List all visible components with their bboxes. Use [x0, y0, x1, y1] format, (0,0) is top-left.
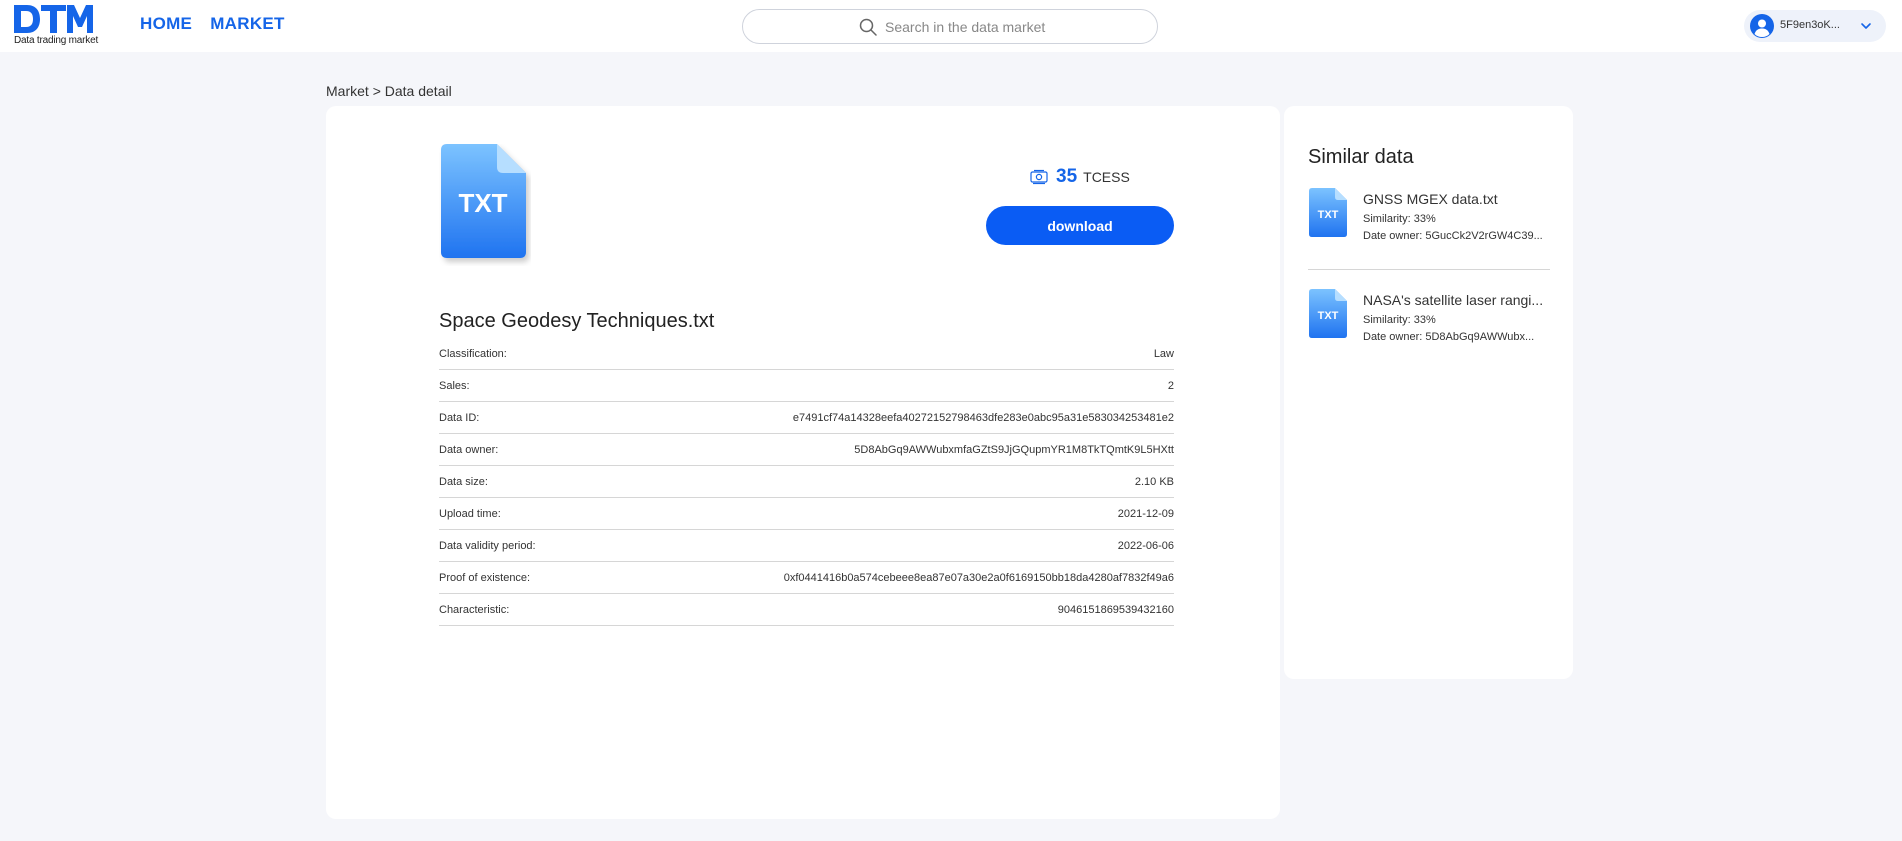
price-tag: 35 TCESS [1030, 166, 1130, 188]
file-type-label: TXT [458, 188, 507, 218]
detail-label: Sales: [439, 379, 470, 392]
similar-item[interactable]: TXT GNSS MGEX data.txt Similarity: 33% D… [1308, 188, 1550, 260]
nav-home[interactable]: HOME [140, 14, 192, 34]
detail-value: 9046151869539432160 [1057, 603, 1174, 616]
detail-label: Data size: [439, 475, 488, 488]
similar-item-owner: Date owner: 5GucCk2V2rGW4C39... [1363, 230, 1543, 242]
breadcrumb-separator: > [372, 83, 381, 99]
breadcrumb-current: Data detail [384, 83, 452, 99]
similar-item-name: NASA's satellite laser rangi... [1363, 292, 1544, 308]
similar-item-similarity: Similarity: 33% [1363, 314, 1436, 326]
detail-label: Upload time: [439, 507, 501, 520]
file-type-label: TXT [1318, 310, 1339, 322]
main-nav: HOME MARKET [140, 14, 285, 34]
top-header: Data trading market HOME MARKET 5F9en3oK… [0, 0, 1902, 52]
breadcrumb: Market > Data detail [326, 83, 452, 99]
similar-item-similarity: Similarity: 33% [1363, 213, 1436, 225]
detail-value: 2 [1167, 379, 1174, 392]
similar-divider [1308, 269, 1550, 270]
logo-subtitle: Data trading market [14, 35, 99, 46]
user-avatar-icon [1750, 14, 1774, 38]
similar-item[interactable]: TXT NASA's satellite laser rangi... Simi… [1308, 289, 1550, 361]
similar-data-panel: Similar data TXT GNSS MGEX data.txt Simi… [1284, 106, 1573, 679]
user-menu[interactable]: 5F9en3oK... [1744, 10, 1886, 42]
detail-row-sales: Sales: 2 [439, 370, 1174, 402]
detail-row-data-owner: Data owner: 5D8AbGq9AWWubxmfaGZtS9JjGQup… [439, 434, 1174, 466]
coin-icon [1030, 169, 1048, 185]
detail-value: 2021-12-09 [1117, 507, 1174, 520]
detail-label: Characteristic: [439, 603, 510, 616]
detail-row-data-size: Data size: 2.10 KB [439, 466, 1174, 498]
detail-row-data-id: Data ID: e7491cf74a14328eefa402721527984… [439, 402, 1174, 434]
detail-label: Data ID: [439, 411, 480, 424]
detail-value: 2.10 KB [1134, 475, 1174, 488]
similar-item-name: GNSS MGEX data.txt [1363, 191, 1498, 207]
txt-file-icon: TXT [1309, 289, 1347, 338]
breadcrumb-market[interactable]: Market [326, 83, 369, 99]
similar-data-title: Similar data [1308, 146, 1414, 168]
detail-label: Proof of existence: [439, 571, 531, 584]
dtm-logo[interactable]: Data trading market [14, 2, 100, 48]
user-name: 5F9en3oK... [1780, 19, 1840, 31]
detail-value: e7491cf74a14328eefa40272152798463dfe283e… [792, 411, 1174, 424]
detail-row-proof-of-existence: Proof of existence: 0xf0441416b0a574cebe… [439, 562, 1174, 594]
download-button[interactable]: download [986, 206, 1174, 245]
txt-file-icon: TXT [1309, 188, 1347, 237]
detail-label: Data owner: [439, 443, 499, 456]
detail-row-upload-time: Upload time: 2021-12-09 [439, 498, 1174, 530]
logo-mark [14, 5, 93, 33]
search-icon[interactable] [859, 18, 877, 36]
price-unit: TCESS [1083, 169, 1130, 185]
detail-label: Data validity period: [439, 539, 536, 552]
detail-row-validity-period: Data validity period: 2022-06-06 [439, 530, 1174, 562]
chevron-down-icon[interactable] [1860, 20, 1872, 32]
search-input[interactable] [885, 17, 1135, 37]
data-detail-card: TXT 35 TCESS download Space Geodesy Tech… [326, 106, 1280, 819]
price-value: 35 [1056, 166, 1078, 187]
detail-row-classification: Classification: Law [439, 338, 1174, 370]
similar-item-owner: Date owner: 5D8AbGq9AWWubx... [1363, 331, 1535, 343]
search-box[interactable] [742, 9, 1158, 44]
detail-value: 0xf0441416b0a574cebeee8ea87e07a30e2a0f61… [783, 571, 1174, 584]
detail-value: 2022-06-06 [1117, 539, 1174, 552]
detail-value: Law [1153, 347, 1174, 360]
details-list: Classification: Law Sales: 2 Data ID: e7… [439, 338, 1174, 626]
detail-label: Classification: [439, 347, 507, 360]
nav-market[interactable]: MARKET [210, 14, 285, 34]
file-type-label: TXT [1318, 209, 1339, 221]
txt-file-icon: TXT [441, 144, 526, 258]
detail-row-characteristic: Characteristic: 9046151869539432160 [439, 594, 1174, 626]
detail-value: 5D8AbGq9AWWubxmfaGZtS9JjGQupmYR1M8TkTQmt… [854, 443, 1174, 456]
file-title: Space Geodesy Techniques.txt [439, 310, 715, 332]
